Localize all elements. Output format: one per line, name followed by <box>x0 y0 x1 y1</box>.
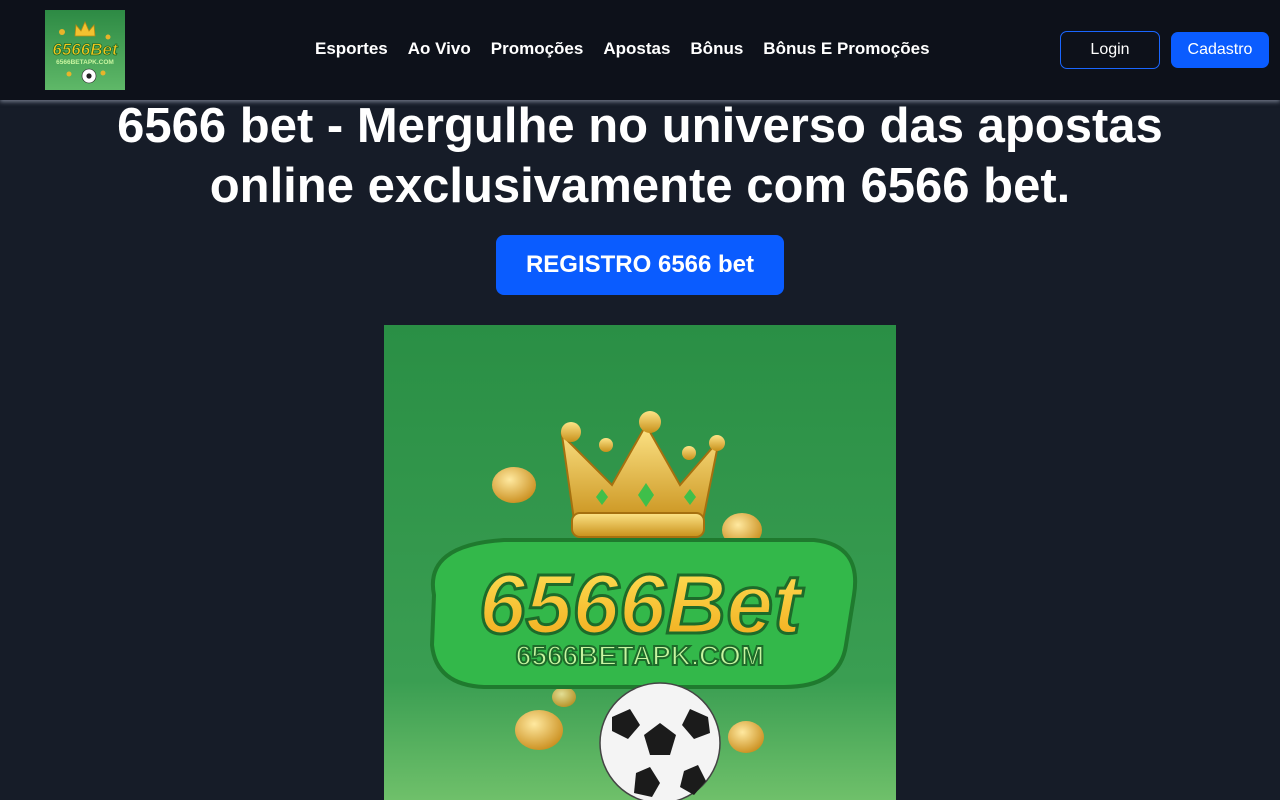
soccer-ball-icon <box>599 682 721 800</box>
svg-text:6566Bet: 6566Bet <box>52 40 119 59</box>
nav-apostas[interactable]: Apostas <box>603 39 670 59</box>
nav-bonus-e-promocoes[interactable]: Bônus E Promoções <box>763 39 929 59</box>
title-line-2: online exclusivamente com 6566 bet. <box>209 159 1071 213</box>
main-nav: Esportes Ao Vivo Promoções Apostas Bônus… <box>315 38 930 60</box>
svg-text:6566BETAPK.COM: 6566BETAPK.COM <box>56 59 114 66</box>
nav-ao-vivo[interactable]: Ao Vivo <box>408 39 471 59</box>
title-line-1: 6566 bet - Mergulhe no universo das apos… <box>117 99 1163 153</box>
svg-text:6566BETAPK.COM: 6566BETAPK.COM <box>516 640 764 671</box>
nav-bonus[interactable]: Bônus <box>690 39 743 59</box>
register-button[interactable]: REGISTRO 6566 bet <box>496 235 784 295</box>
signup-button[interactable]: Cadastro <box>1171 32 1269 68</box>
nav-esportes[interactable]: Esportes <box>315 39 388 59</box>
site-header: 6566Bet 6566BETAPK.COM Esportes Ao Vivo … <box>0 0 1280 100</box>
promo-banner-image: 6566Bet 6566BETAPK.COM <box>384 325 896 800</box>
svg-text:6566Bet: 6566Bet <box>479 557 804 651</box>
site-logo[interactable]: 6566Bet 6566BETAPK.COM <box>45 10 125 90</box>
nav-promocoes[interactable]: Promoções <box>491 39 584 59</box>
page-title: 6566 bet - Mergulhe no universo das apos… <box>40 96 1240 216</box>
login-button[interactable]: Login <box>1060 31 1160 69</box>
